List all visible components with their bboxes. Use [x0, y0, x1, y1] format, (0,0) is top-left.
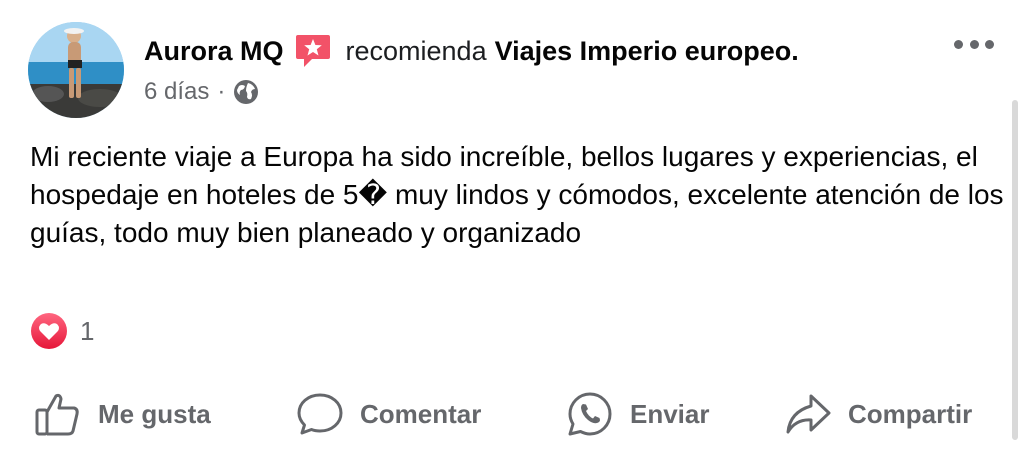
- dot-icon: [969, 39, 979, 49]
- post-body: Mi reciente viaje a Europa ha sido incre…: [30, 141, 1004, 248]
- reaction-count: 1: [80, 315, 95, 346]
- love-reaction-icon: [31, 313, 67, 349]
- like-button[interactable]: Me gusta: [34, 384, 211, 444]
- comment-button[interactable]: Comentar: [296, 384, 481, 444]
- share-label: Compartir: [848, 398, 973, 429]
- recommend-star-icon: [294, 32, 332, 70]
- post-time[interactable]: 6 días: [144, 78, 209, 106]
- reactions-summary[interactable]: 1: [30, 312, 94, 350]
- post-header: Aurora MQ recomienda Viajes Imperio euro…: [144, 32, 799, 70]
- page-name-link[interactable]: Viajes Imperio europeo.: [495, 36, 799, 67]
- dot-icon: [954, 39, 963, 49]
- share-button[interactable]: Compartir: [784, 384, 972, 444]
- post-meta: 6 días ·: [144, 78, 259, 106]
- action-bar: Me gusta Comentar Enviar Compartir: [0, 384, 1024, 444]
- comment-label: Comentar: [360, 398, 482, 429]
- like-label: Me gusta: [98, 398, 211, 429]
- send-label: Enviar: [630, 398, 710, 429]
- more-options-icon[interactable]: [954, 36, 994, 52]
- whatsapp-icon: [568, 392, 612, 436]
- share-arrow-icon: [786, 394, 831, 434]
- send-button[interactable]: Enviar: [566, 384, 710, 444]
- dot-icon: [985, 39, 994, 49]
- recommends-text: recomienda: [345, 35, 487, 66]
- comment-icon: [297, 393, 343, 435]
- thumbs-up-icon: [35, 393, 79, 436]
- avatar[interactable]: [28, 22, 124, 118]
- author-name[interactable]: Aurora MQ: [144, 36, 284, 67]
- meta-separator: ·: [217, 78, 226, 105]
- globe-icon: [234, 80, 259, 104]
